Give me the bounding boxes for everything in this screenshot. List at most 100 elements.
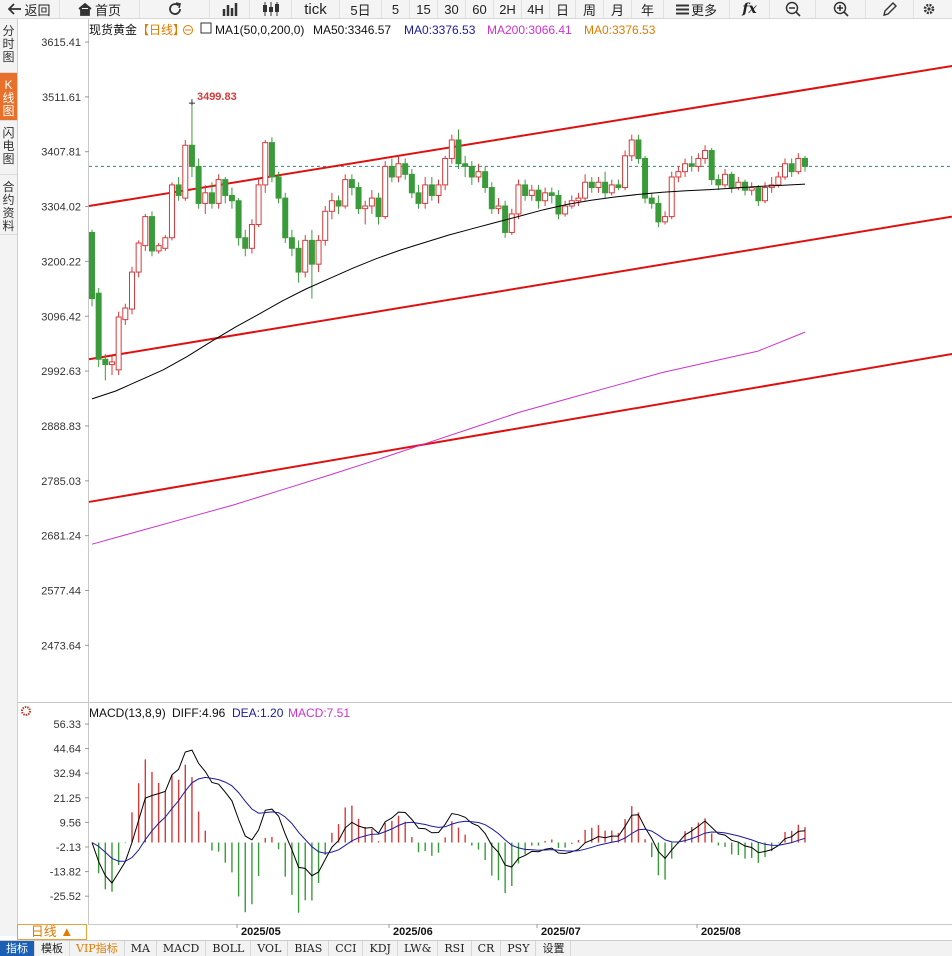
period-5d-button[interactable]: 5日 <box>340 0 382 18</box>
period-year-button[interactable]: 年 <box>632 0 664 18</box>
candle-body <box>615 184 622 189</box>
candle-body <box>162 237 169 249</box>
channel-line[interactable] <box>88 352 952 503</box>
macd-value: MACD:7.51 <box>288 706 350 720</box>
channel-lines[interactable] <box>88 65 952 503</box>
candle-body <box>95 292 102 360</box>
candle-body <box>542 192 549 202</box>
macd-settings-icon[interactable] <box>21 706 31 716</box>
tab-bias[interactable]: BIAS <box>288 941 330 956</box>
tab-timeshare[interactable]: 分时图 <box>0 19 17 73</box>
top-toolbar: 返回 首页 tick 5日 5 15 30 60 2H 4H 日 周 月 年 更… <box>0 0 952 19</box>
tab-flash[interactable]: 闪电图 <box>0 121 17 175</box>
candle-body <box>102 358 109 366</box>
tab-templates[interactable]: 模板 <box>35 941 70 956</box>
period-60m-button[interactable]: 60 <box>466 0 494 18</box>
instrument-name: 现货黄金 <box>89 22 137 37</box>
candle-body <box>462 163 469 167</box>
tab-settings[interactable]: 设置 <box>536 941 572 956</box>
tab-cr[interactable]: CR <box>472 941 502 956</box>
back-button[interactable]: 返回 <box>0 0 60 18</box>
home-button[interactable]: 首页 <box>60 0 140 18</box>
candle-body <box>215 179 222 204</box>
candle-body <box>582 181 589 199</box>
macd-tick-label: 21.25 <box>53 793 81 805</box>
macd-tick-label: -13.82 <box>50 867 81 879</box>
tab-macd[interactable]: MACD <box>157 941 207 956</box>
date-axis: 2025/05 2025/06 2025/07 2025/08 <box>236 924 741 938</box>
settings-button[interactable] <box>914 0 944 18</box>
candle-body <box>515 184 522 215</box>
menu-icon <box>675 4 689 15</box>
refresh-button[interactable] <box>140 0 210 18</box>
candle-body <box>475 171 482 178</box>
candle-body <box>482 171 489 189</box>
home-icon <box>78 2 92 16</box>
tab-vip-indicators[interactable]: VIP指标 <box>70 941 125 956</box>
tab-psy[interactable]: PSY <box>501 941 537 956</box>
tab-lw[interactable]: LW& <box>398 941 439 956</box>
tab-boll[interactable]: BOLL <box>206 941 252 956</box>
formula-button[interactable]: fx <box>730 0 770 18</box>
candle-body <box>602 181 609 194</box>
kline-chart[interactable]: 现货黄金 【日线】 MA1(50,0,200,0) MA50:3346.57 M… <box>17 19 952 941</box>
more-button[interactable]: 更多 <box>664 0 730 18</box>
candle-body <box>742 181 749 191</box>
ma-config-icon[interactable] <box>200 22 212 34</box>
period-30m-button[interactable]: 30 <box>438 0 466 18</box>
candle-body <box>408 173 415 194</box>
candle-body <box>428 184 435 196</box>
back-arrow-icon <box>8 3 22 15</box>
period-2h-button[interactable]: 2H <box>494 0 522 18</box>
tab-rsi[interactable]: RSI <box>438 941 472 956</box>
candle-body <box>575 197 582 202</box>
period-15m-button[interactable]: 15 <box>410 0 438 18</box>
candle-body <box>155 245 162 252</box>
macd-tick-label: 44.64 <box>53 744 81 756</box>
tab-contract-info[interactable]: 合约资料 <box>0 175 17 235</box>
gear-icon <box>922 2 936 16</box>
candle-body <box>555 194 562 215</box>
tab-indicators[interactable]: 指标 <box>0 941 35 956</box>
tab-kline[interactable]: K线图 <box>0 73 17 121</box>
candle-body <box>435 184 442 196</box>
price-axis: 3615.41 3511.61 3407.81 3304.02 3200.22 3096.… <box>41 37 89 652</box>
candle-body <box>208 192 215 204</box>
period-4h-button[interactable]: 4H <box>522 0 550 18</box>
back-label: 返回 <box>24 2 51 18</box>
zoom-in-icon <box>833 1 849 17</box>
candle-body <box>235 200 242 239</box>
zoom-out-button[interactable] <box>770 0 816 18</box>
draw-button[interactable] <box>866 0 914 18</box>
period-5m-button[interactable]: 5 <box>382 0 410 18</box>
candle-body <box>682 163 689 173</box>
period-day-button[interactable]: 日 <box>550 0 576 18</box>
tick-button[interactable]: tick <box>292 0 340 18</box>
tab-ma[interactable]: MA <box>125 941 157 956</box>
tab-cci[interactable]: CCI <box>329 941 364 956</box>
ma50-label: MA50:3346.57 <box>313 23 391 37</box>
candle-body <box>342 179 349 207</box>
channel-line[interactable] <box>88 215 952 361</box>
tab-kdj[interactable]: KDJ <box>363 941 398 956</box>
date-tick-label: 2025/06 <box>393 926 433 938</box>
candle-body <box>182 144 189 199</box>
candle-body <box>295 247 302 273</box>
candle-body <box>735 181 742 189</box>
period-tab[interactable]: 日线 ▲ <box>17 924 87 940</box>
date-tick-label: 2025/07 <box>541 926 581 938</box>
high-label: 3499.83 <box>197 91 237 103</box>
period-month-button[interactable]: 月 <box>604 0 632 18</box>
period-week-button[interactable]: 周 <box>576 0 604 18</box>
tab-vol[interactable]: VOL <box>251 941 289 956</box>
zoom-in-button[interactable] <box>816 0 866 18</box>
candle-body <box>635 139 642 159</box>
chart-type-bar-button[interactable] <box>210 0 250 18</box>
high-marker: 3499.83 <box>188 91 237 106</box>
candle-body <box>508 213 515 233</box>
candle-body <box>175 184 182 196</box>
candle-body <box>648 197 655 204</box>
zoom-out-icon <box>785 1 801 17</box>
chart-type-candle-button[interactable] <box>250 0 292 18</box>
candle-body <box>675 171 682 178</box>
